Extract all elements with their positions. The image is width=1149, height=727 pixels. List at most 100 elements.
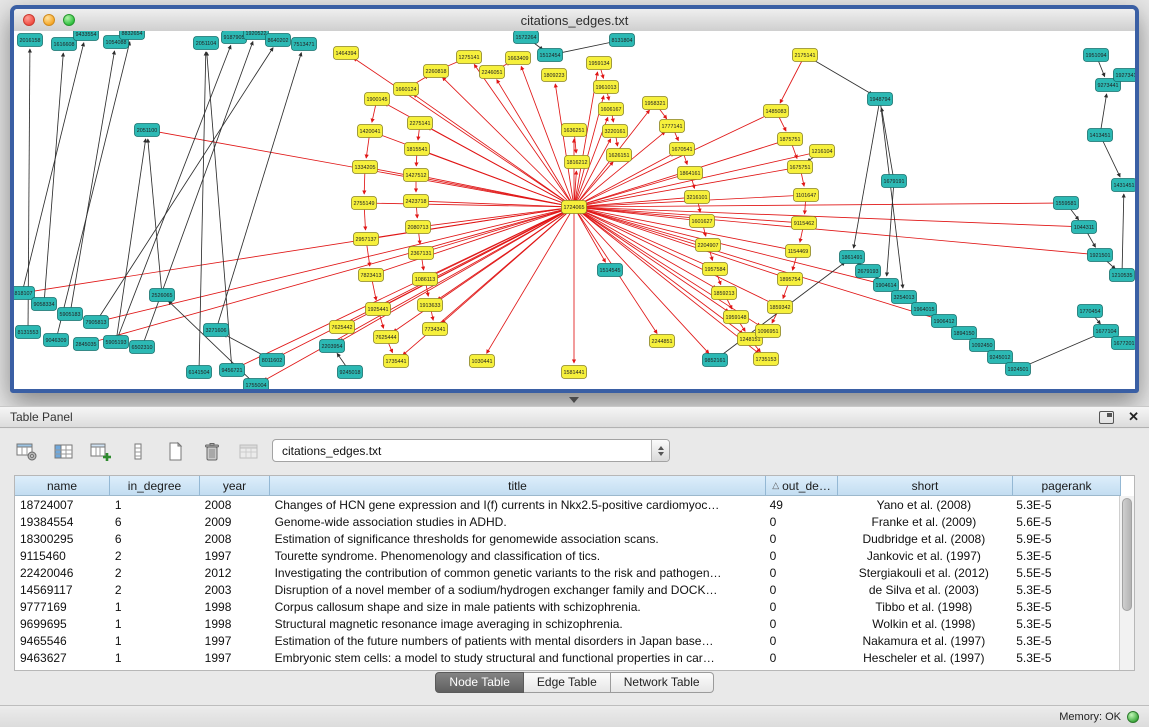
- column-visibility-button[interactable]: [51, 440, 77, 464]
- graph-node[interactable]: 2175141: [793, 49, 818, 62]
- table-row[interactable]: 1938455462009Genome-wide association stu…: [15, 513, 1119, 530]
- graph-node[interactable]: 1431451: [1112, 179, 1136, 192]
- graph-node[interactable]: 1904614: [874, 279, 899, 292]
- new-column-button[interactable]: [88, 440, 114, 464]
- graph-node[interactable]: 2204907: [696, 239, 721, 252]
- graph-node[interactable]: 1464394: [334, 47, 359, 60]
- graph-node[interactable]: 9433554: [74, 31, 99, 41]
- table-row[interactable]: 2242004622012Investigating the contribut…: [15, 564, 1119, 581]
- graph-node[interactable]: 1894150: [952, 327, 977, 340]
- graph-node[interactable]: 1616608: [52, 38, 77, 51]
- graph-node[interactable]: 7513471: [292, 38, 317, 51]
- zoom-window-icon[interactable]: [63, 14, 75, 26]
- graph-node[interactable]: 1925441: [366, 303, 391, 316]
- graph-node[interactable]: 9245012: [988, 351, 1013, 364]
- graph-node[interactable]: 1485083: [764, 105, 789, 118]
- graph-node[interactable]: 1096951: [756, 325, 781, 338]
- graph-node[interactable]: 2080713: [406, 221, 431, 234]
- table-row[interactable]: 1456911722003Disruption of a novel membe…: [15, 581, 1119, 598]
- graph-node[interactable]: 1677201: [1112, 337, 1136, 350]
- graph-node[interactable]: 1275141: [457, 51, 482, 64]
- graph-node[interactable]: 3216101: [685, 191, 710, 204]
- graph-node[interactable]: 2957137: [354, 233, 379, 246]
- graph-node[interactable]: 1861491: [840, 251, 865, 264]
- minimize-window-icon[interactable]: [43, 14, 55, 26]
- delete-button[interactable]: [199, 440, 225, 464]
- graph-node[interactable]: 2051104: [194, 37, 219, 50]
- graph-node[interactable]: 1906412: [932, 315, 957, 328]
- graph-node[interactable]: 9058334: [32, 298, 57, 311]
- graph-node[interactable]: 9456721: [220, 364, 245, 377]
- graph-node[interactable]: 9852161: [703, 354, 728, 367]
- graph-node[interactable]: 1559581: [1054, 197, 1079, 210]
- graph-node[interactable]: 2016158: [18, 34, 43, 47]
- graph-node[interactable]: 3220161: [603, 125, 628, 138]
- graph-node[interactable]: 5905183: [58, 308, 83, 321]
- table-row[interactable]: 969969511998Structural magnetic resonanc…: [15, 615, 1119, 632]
- graph-node[interactable]: 2244851: [650, 335, 675, 348]
- graph-node[interactable]: 1770454: [1078, 305, 1103, 318]
- import-table-button[interactable]: [236, 440, 262, 464]
- graph-node[interactable]: 1920522: [244, 31, 269, 40]
- table-row[interactable]: 946554611997Estimation of the future num…: [15, 632, 1119, 649]
- table-settings-button[interactable]: [14, 440, 40, 464]
- column-list-button[interactable]: [125, 440, 151, 464]
- float-panel-icon[interactable]: [1099, 411, 1114, 424]
- graph-node[interactable]: 1216104: [810, 145, 835, 158]
- graph-node[interactable]: 1581441: [562, 366, 587, 379]
- graph-node[interactable]: 1660124: [394, 83, 419, 96]
- graph-node[interactable]: 1958321: [643, 97, 668, 110]
- graph-node[interactable]: 6502310: [130, 341, 155, 354]
- graph-node[interactable]: 1959148: [724, 311, 749, 324]
- graph-node[interactable]: 7823413: [359, 269, 384, 282]
- graph-node[interactable]: 1636251: [562, 124, 587, 137]
- table-row[interactable]: 1830029562008Estimation of significance …: [15, 530, 1119, 547]
- graph-node[interactable]: 1044311: [1072, 221, 1097, 234]
- graph-node[interactable]: 8011602: [260, 354, 285, 367]
- graph-node[interactable]: 7625442: [330, 321, 355, 334]
- graph-node[interactable]: 1755004: [244, 379, 269, 390]
- table-selector-combobox[interactable]: citations_edges.txt: [272, 439, 670, 462]
- graph-node[interactable]: 5905193: [104, 336, 129, 349]
- graph-node[interactable]: 1735441: [384, 355, 409, 368]
- graph-node[interactable]: 1957584: [703, 263, 728, 276]
- graph-node[interactable]: 2051100: [135, 124, 160, 137]
- graph-node[interactable]: 1924501: [1006, 363, 1031, 376]
- graph-node[interactable]: 1572264: [514, 31, 539, 44]
- graph-node[interactable]: 8640202: [266, 34, 291, 47]
- column-header-title[interactable]: title: [270, 476, 766, 496]
- table-row[interactable]: 1872400712008Changes of HCN gene express…: [15, 496, 1119, 513]
- graph-node[interactable]: 1101647: [794, 189, 819, 202]
- graph-node[interactable]: 1927341: [1114, 69, 1136, 82]
- graph-node[interactable]: 1913633: [418, 299, 443, 312]
- graph-node[interactable]: 2755149: [352, 197, 377, 210]
- graph-node[interactable]: 9187905: [222, 31, 247, 44]
- graph-node[interactable]: 1816212: [565, 156, 590, 169]
- column-header-in_degree[interactable]: in_degree: [110, 476, 200, 496]
- panel-resize-handle[interactable]: [566, 396, 582, 404]
- graph-node[interactable]: 1895754: [778, 273, 803, 286]
- table-row[interactable]: 977716911998Corpus callosum shape and si…: [15, 598, 1119, 615]
- graph-node[interactable]: 2679193: [856, 265, 881, 278]
- graph-node[interactable]: 1413451: [1088, 129, 1113, 142]
- graph-node[interactable]: 1859213: [712, 287, 737, 300]
- graph-node[interactable]: 2246051: [480, 66, 505, 79]
- graph-node[interactable]: 1818107: [14, 287, 35, 300]
- graph-node[interactable]: 3271606: [204, 324, 229, 337]
- graph-node[interactable]: 1092450: [970, 339, 995, 352]
- graph-node[interactable]: 1777141: [660, 120, 685, 133]
- graph-node[interactable]: 2260818: [424, 65, 449, 78]
- column-header-short[interactable]: short: [838, 476, 1013, 496]
- graph-node[interactable]: 1948794: [868, 93, 893, 106]
- table-row[interactable]: 911546021997Tourette syndrome. Phenomeno…: [15, 547, 1119, 564]
- graph-node[interactable]: 1601627: [690, 215, 715, 228]
- graph-node[interactable]: 1154469: [786, 245, 811, 258]
- graph-node[interactable]: 9046309: [44, 334, 69, 347]
- network-view[interactable]: 2016158161660894335541054088883265420511…: [14, 31, 1135, 389]
- graph-node[interactable]: 1724065: [562, 201, 587, 214]
- graph-node[interactable]: 1512454: [538, 49, 563, 62]
- graph-node[interactable]: 1663409: [506, 52, 531, 65]
- table-row[interactable]: 946362711997Embryonic stem cells: a mode…: [15, 649, 1119, 666]
- tab-edge-table[interactable]: Edge Table: [524, 672, 611, 693]
- graph-node[interactable]: 7734341: [423, 323, 448, 336]
